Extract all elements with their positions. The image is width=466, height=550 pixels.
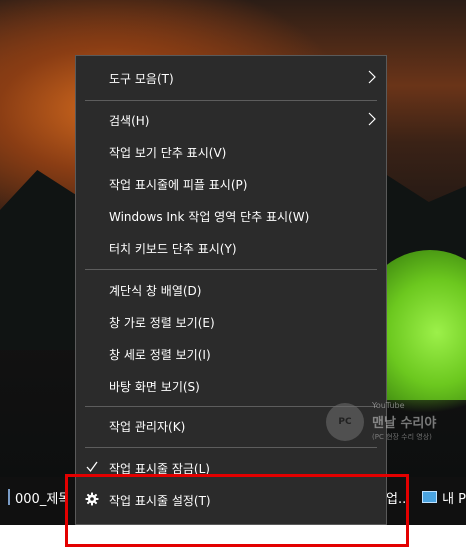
menu-item-search[interactable]: 검색(H) (76, 106, 386, 134)
watermark-badge: PC (326, 403, 364, 441)
youtube-label: YouTube (372, 401, 405, 410)
menu-separator (85, 447, 377, 448)
watermark-channel-name: 맨날 수리야 (372, 416, 437, 431)
checkmark-icon (86, 461, 98, 473)
menu-item-label: 바탕 화면 보기(S) (109, 379, 200, 394)
menu-separator (85, 269, 377, 270)
menu-item-toolbars[interactable]: 도구 모음(T) (76, 64, 386, 92)
menu-item-label: 창 세로 정렬 보기(I) (109, 347, 211, 362)
watermark-subtitle: (PC 현장 수리 영상) (372, 433, 432, 441)
menu-item-label: 작업 관리자(K) (109, 419, 186, 434)
menu-item-label: 도구 모음(T) (109, 71, 174, 86)
menu-item-label: Windows Ink 작업 영역 단추 표시(W) (109, 209, 310, 224)
channel-watermark: PC YouTube 맨날 수리야 (PC 현장 수리 영상) (326, 401, 456, 447)
menu-item-label: 계단식 창 배열(D) (109, 283, 202, 298)
menu-item-label: 검색(H) (109, 113, 150, 128)
menu-item-side-by-side-windows[interactable]: 창 세로 정렬 보기(I) (76, 340, 386, 368)
chevron-right-icon (368, 70, 376, 84)
menu-item-label: 창 가로 정렬 보기(E) (109, 315, 215, 330)
menu-item-show-desktop[interactable]: 바탕 화면 보기(S) (76, 372, 386, 400)
menu-separator (85, 100, 377, 101)
taskbar-item-document[interactable]: 000_제목 (8, 485, 68, 509)
menu-item-windows-ink-button[interactable]: Windows Ink 작업 영역 단추 표시(W) (76, 202, 386, 230)
taskbar-item-my-pc-label: 내 P (442, 491, 466, 507)
menu-item-task-view-button[interactable]: 작업 보기 단추 표시(V) (76, 138, 386, 166)
menu-item-people-button[interactable]: 작업 표시줄에 피플 표시(P) (76, 170, 386, 198)
menu-item-stacked-windows[interactable]: 창 가로 정렬 보기(E) (76, 308, 386, 336)
taskbar-item-my-pc[interactable]: 내 P (422, 485, 466, 509)
menu-item-label: 터치 키보드 단추 표시(Y) (109, 241, 237, 256)
menu-item-label: 작업 보기 단추 표시(V) (109, 145, 227, 160)
taskbar-context-menu: 도구 모음(T) 검색(H) 작업 보기 단추 표시(V) 작업 표시줄에 피플… (75, 55, 436, 525)
menu-item-cascade-windows[interactable]: 계단식 창 배열(D) (76, 276, 386, 304)
taskbar-item-document-label: 000_제목 (15, 491, 68, 507)
highlight-annotation-box (65, 474, 409, 547)
computer-icon (422, 491, 438, 503)
document-icon (8, 489, 10, 505)
chevron-right-icon (368, 112, 376, 126)
menu-item-touch-keyboard-button[interactable]: 터치 키보드 단추 표시(Y) (76, 234, 386, 262)
menu-item-label: 작업 표시줄에 피플 표시(P) (109, 177, 248, 192)
